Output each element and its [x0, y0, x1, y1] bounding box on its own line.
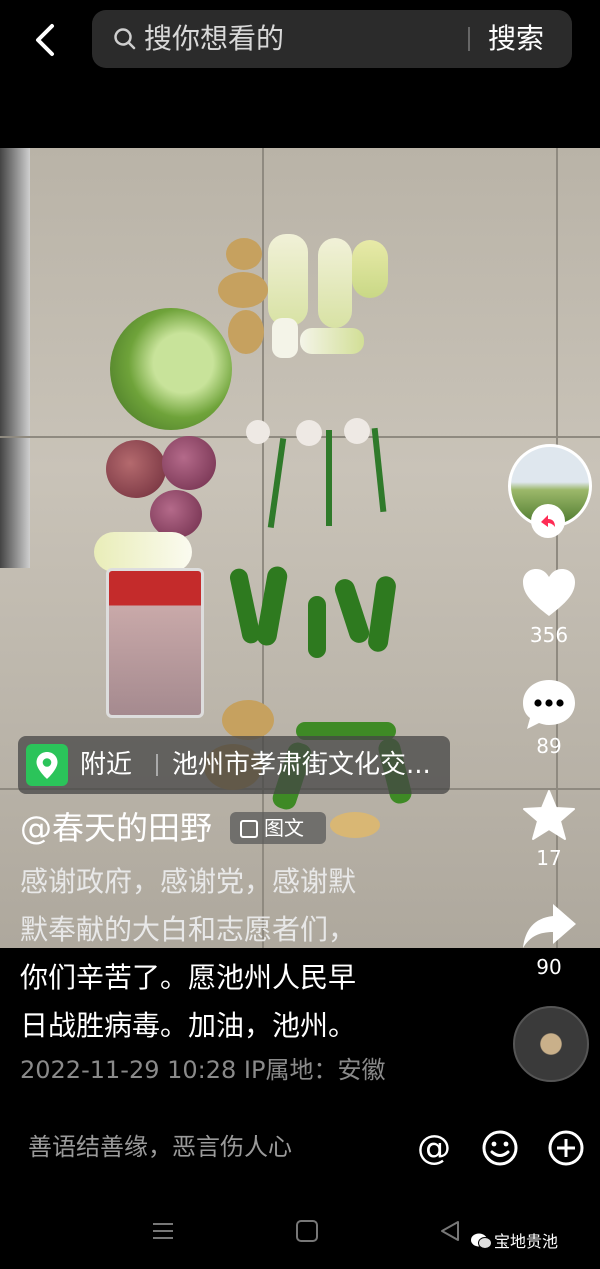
meat-package [106, 568, 204, 718]
location-near-label: 附近 [80, 750, 133, 780]
post-meta: 2022-11-29 10:28 IP属地：安徽 [20, 1056, 386, 1084]
ginger [330, 812, 380, 838]
caption-line: 感谢政府，感谢党，感谢默 [20, 865, 357, 898]
garlic [246, 420, 270, 444]
location-tag[interactable]: 附近 池州市孝肃街文化交... [18, 736, 450, 794]
onion [162, 436, 216, 490]
like-count: 356 [529, 623, 569, 647]
back-triangle-icon[interactable] [436, 1216, 466, 1246]
napa-cabbage [268, 234, 308, 326]
at-icon[interactable]: @ [414, 1128, 454, 1168]
back-icon[interactable] [28, 22, 64, 58]
image-text-icon [240, 820, 258, 838]
onion [106, 440, 166, 498]
garlic [344, 418, 370, 444]
green-pepper [332, 576, 372, 646]
search-icon [114, 28, 136, 50]
napa-cabbage [352, 240, 388, 298]
shelf [0, 148, 30, 568]
menu-icon[interactable] [148, 1216, 178, 1246]
svg-text:@: @ [417, 1128, 451, 1168]
location-pin-icon [26, 744, 68, 786]
author-name[interactable]: @春天的田野 [20, 808, 212, 848]
location-separator [156, 754, 158, 776]
heart-icon[interactable] [518, 562, 580, 624]
green-pepper [308, 596, 326, 658]
potato [218, 272, 268, 308]
watermark: 宝地贵池 [494, 1232, 559, 1251]
search-input[interactable]: 搜你想看的 [144, 22, 284, 56]
follow-arrow-icon [541, 515, 555, 527]
caption-line: 默奉献的大白和志愿者们， [20, 913, 357, 946]
napa-cabbage [318, 238, 352, 328]
comment-input[interactable]: 善语结善缘，恶言伤人心 [28, 1130, 292, 1164]
location-address: 池州市孝肃街文化交... [172, 750, 431, 780]
potato [222, 700, 274, 740]
share-icon[interactable] [518, 896, 580, 958]
cabbage [110, 308, 232, 430]
wechat-icon [471, 1233, 492, 1249]
post-type-tag: 图文 [230, 812, 326, 844]
music-disc[interactable] [513, 1006, 589, 1082]
potato [226, 238, 262, 270]
post-type-label: 图文 [264, 816, 304, 840]
emoji-icon[interactable] [480, 1128, 520, 1168]
comment-icon[interactable] [518, 674, 580, 736]
green-pepper [366, 574, 398, 654]
scallion [326, 430, 332, 526]
caption-line: 你们辛苦了。愿池州人民早 [20, 961, 357, 994]
onion [150, 490, 202, 538]
scallion [267, 438, 287, 528]
comment-count: 89 [536, 734, 562, 758]
star-icon[interactable] [518, 786, 580, 848]
search-bar[interactable]: 搜你想看的 搜索 [92, 10, 572, 68]
caption-line: 日战胜病毒。加油，池州。 [20, 1009, 357, 1042]
napa-cabbage [272, 318, 298, 358]
share-count: 90 [536, 955, 562, 979]
green-pepper [255, 564, 289, 648]
scallion [371, 427, 387, 513]
plus-icon[interactable] [546, 1128, 586, 1168]
home-icon[interactable] [292, 1216, 322, 1246]
follow-button[interactable] [531, 504, 565, 538]
favorite-count: 17 [536, 846, 562, 870]
garlic [296, 420, 322, 446]
napa-cabbage [300, 328, 364, 354]
potato [228, 310, 264, 354]
search-divider [468, 27, 470, 51]
search-button[interactable]: 搜索 [488, 22, 544, 56]
napa-cabbage [94, 532, 192, 572]
